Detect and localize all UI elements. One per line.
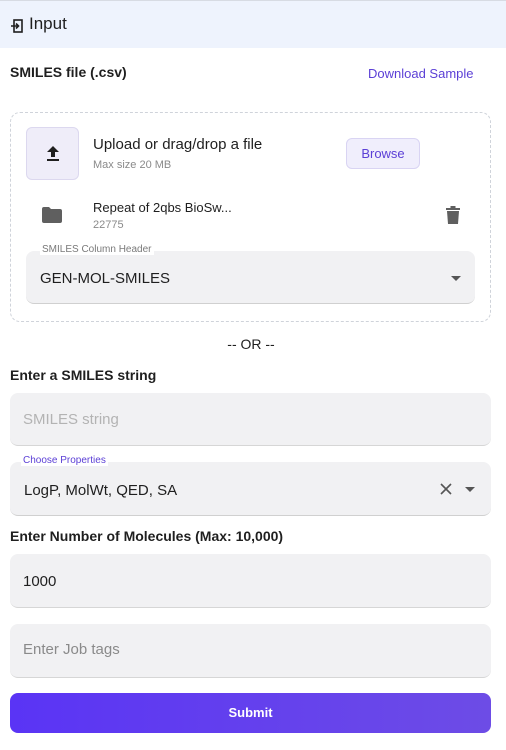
browse-button[interactable]: Browse	[346, 138, 420, 169]
properties-label: Choose Properties	[21, 455, 108, 466]
section-header: Input	[0, 0, 506, 48]
login-icon	[11, 19, 23, 33]
molecules-input[interactable]: 1000	[10, 554, 491, 608]
smiles-file-label: SMILES file (.csv)	[10, 64, 127, 80]
or-separator: -- OR --	[227, 336, 275, 352]
molecules-label: Enter Number of Molecules (Max: 10,000)	[10, 528, 284, 544]
molecules-value: 1000	[23, 573, 57, 590]
clear-icon[interactable]	[440, 483, 452, 495]
chevron-down-icon[interactable]	[451, 276, 461, 281]
smiles-string-label: Enter a SMILES string	[10, 367, 157, 383]
folder-icon	[42, 207, 62, 223]
column-header-label: SMILES Column Header	[40, 244, 154, 255]
upload-button[interactable]	[26, 127, 79, 180]
properties-value: LogP, MolWt, QED, SA	[24, 482, 178, 499]
section-title: Input	[29, 14, 67, 33]
job-tags-placeholder: Enter Job tags	[23, 641, 120, 658]
upload-max-size: Max size 20 MB	[93, 159, 172, 171]
download-sample-link[interactable]: Download Sample	[368, 66, 474, 81]
smiles-string-input[interactable]: SMILES string	[10, 393, 491, 446]
upload-title: Upload or drag/drop a file	[93, 136, 263, 153]
submit-button[interactable]: Submit	[10, 693, 491, 733]
upload-icon	[47, 146, 59, 161]
chevron-down-icon[interactable]	[465, 487, 475, 492]
trash-icon[interactable]	[446, 206, 460, 224]
smiles-string-placeholder: SMILES string	[23, 411, 119, 428]
uploaded-file-name: Repeat of 2qbs BioSw...	[93, 200, 232, 215]
column-header-value: GEN-MOL-SMILES	[40, 270, 171, 287]
job-tags-input[interactable]: Enter Job tags	[10, 624, 491, 678]
uploaded-file-size: 22775	[93, 219, 124, 231]
